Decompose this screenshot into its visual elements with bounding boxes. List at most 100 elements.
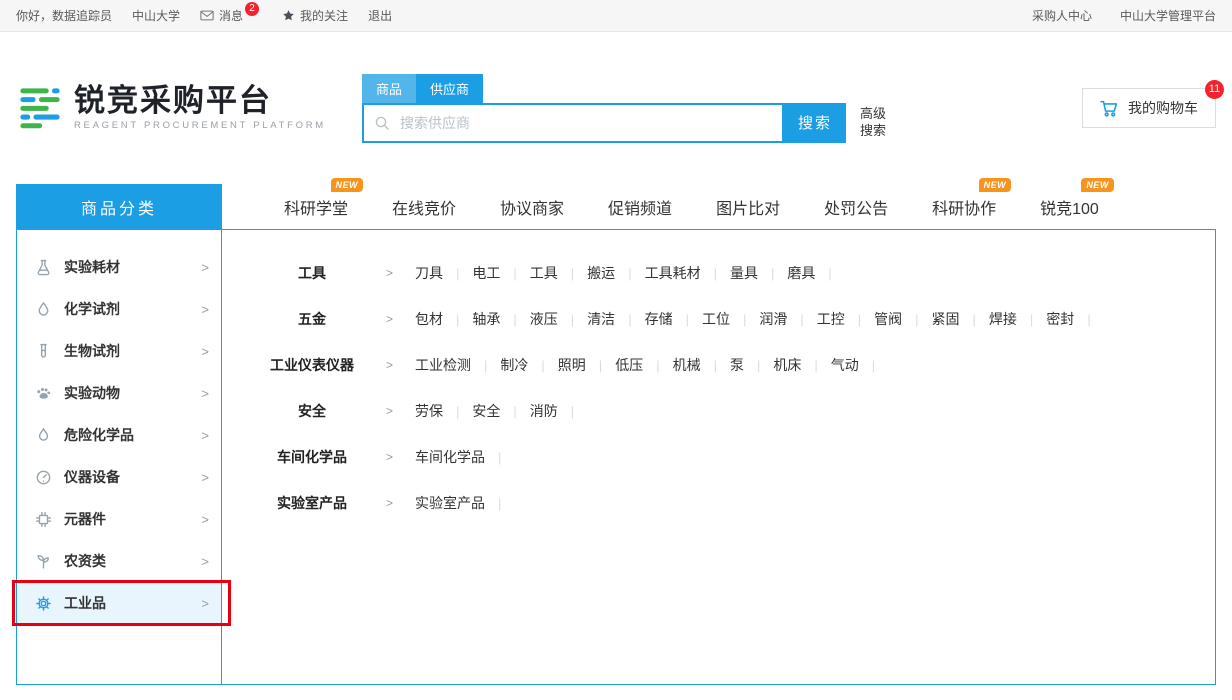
flyout-link[interactable]: 密封 xyxy=(1046,309,1074,329)
separator: | xyxy=(628,266,631,281)
flyout-link[interactable]: 搬运 xyxy=(587,263,615,283)
sidebar-item-8[interactable]: 工业品> xyxy=(17,582,221,624)
search-button[interactable]: 搜索 xyxy=(784,103,846,143)
flyout-category-marker: > xyxy=(386,496,393,510)
flyout-category-marker: > xyxy=(386,312,393,326)
flyout-link[interactable]: 紧固 xyxy=(932,309,960,329)
cart-button[interactable]: 我的购物车 11 xyxy=(1082,88,1216,128)
flyout-category[interactable]: 实验室产品 xyxy=(242,493,382,513)
flyout-link[interactable]: 工位 xyxy=(702,309,730,329)
flyout-link[interactable]: 消防 xyxy=(530,401,558,421)
logo[interactable]: 锐竞采购平台 REAGENT PROCUREMENT PLATFORM xyxy=(16,84,346,132)
flyout-link[interactable]: 工具 xyxy=(530,263,558,283)
flyout-link[interactable]: 照明 xyxy=(558,355,586,375)
flyout-category[interactable]: 车间化学品 xyxy=(242,447,382,467)
separator: | xyxy=(872,358,875,373)
topbar: 你好，数据追踪员 中山大学 消息 2 我的关注 退出 采购人中心 中山大学管理平… xyxy=(0,0,1232,32)
flyout-link[interactable]: 量具 xyxy=(730,263,758,283)
new-badge: NEW xyxy=(1081,178,1114,192)
separator: | xyxy=(757,358,760,373)
flyout-link[interactable]: 刀具 xyxy=(415,263,443,283)
flyout-category[interactable]: 五金 xyxy=(242,309,382,329)
flyout-link[interactable]: 机床 xyxy=(773,355,801,375)
nav-item-7[interactable]: 锐竞100NEW xyxy=(1040,195,1099,219)
flyout-link[interactable]: 轴承 xyxy=(472,309,500,329)
sidebar-item-1[interactable]: 化学试剂> xyxy=(17,288,221,330)
topbar-right: 采购人中心 中山大学管理平台 xyxy=(1032,7,1216,24)
messages-link[interactable]: 消息 2 xyxy=(200,7,262,24)
sidebar-item-label: 仪器设备 xyxy=(64,467,120,487)
favorites-link[interactable]: 我的关注 xyxy=(282,7,348,24)
sidebar-item-4[interactable]: 危险化学品> xyxy=(17,414,221,456)
flyout-link[interactable]: 存储 xyxy=(645,309,673,329)
envelope-icon xyxy=(200,10,214,21)
sidebar-item-3[interactable]: 实验动物> xyxy=(17,372,221,414)
flyout-link[interactable]: 电工 xyxy=(472,263,500,283)
university-link[interactable]: 中山大学 xyxy=(132,7,180,24)
sidebar-item-7[interactable]: 农资类> xyxy=(17,540,221,582)
sidebar-item-label: 生物试剂 xyxy=(64,341,120,361)
nav-item-2[interactable]: 协议商家 xyxy=(500,195,564,219)
flyout-link[interactable]: 制冷 xyxy=(500,355,528,375)
admin-platform-link[interactable]: 中山大学管理平台 xyxy=(1120,7,1216,24)
cart-badge: 11 xyxy=(1205,80,1224,99)
flyout-category[interactable]: 工具 xyxy=(242,263,382,283)
flyout-link[interactable]: 磨具 xyxy=(787,263,815,283)
nav-item-1[interactable]: 在线竞价 xyxy=(392,195,456,219)
advanced-line2: 搜索 xyxy=(860,123,886,140)
advanced-search-link[interactable]: 高级 搜索 xyxy=(860,103,886,143)
sidebar-item-label: 实验动物 xyxy=(64,383,120,403)
flyout-category-marker: > xyxy=(386,450,393,464)
flyout-row: 安全>劳保|安全|消防| xyxy=(242,388,1215,434)
flyout-link[interactable]: 实验室产品 xyxy=(415,493,485,513)
search-input[interactable] xyxy=(398,114,772,132)
flyout-link[interactable]: 安全 xyxy=(472,401,500,421)
search-icon xyxy=(374,115,390,131)
flyout-category[interactable]: 安全 xyxy=(242,401,382,421)
flyout-link[interactable]: 液压 xyxy=(530,309,558,329)
flyout-link[interactable]: 机械 xyxy=(673,355,701,375)
flyout-link[interactable]: 管阀 xyxy=(874,309,902,329)
nav-item-4[interactable]: 图片比对 xyxy=(716,195,780,219)
nav-item-0[interactable]: 科研学堂NEW xyxy=(284,195,348,219)
flyout-link[interactable]: 泵 xyxy=(730,355,744,375)
flyout-row: 工具>刀具|电工|工具|搬运|工具耗材|量具|磨具| xyxy=(242,250,1215,296)
flyout-link[interactable]: 车间化学品 xyxy=(415,447,485,467)
flyout-link[interactable]: 清洁 xyxy=(587,309,615,329)
search-tab-1[interactable]: 供应商 xyxy=(416,74,483,103)
category-header[interactable]: 商品分类 xyxy=(16,184,222,229)
chevron-right-glyph: > xyxy=(201,344,209,359)
separator: | xyxy=(571,266,574,281)
sidebar-item-0[interactable]: 实验耗材> xyxy=(17,246,221,288)
flyout-link[interactable]: 包材 xyxy=(415,309,443,329)
advanced-line1: 高级 xyxy=(860,106,886,123)
logout-link[interactable]: 退出 xyxy=(368,7,392,24)
flyout-link[interactable]: 工控 xyxy=(817,309,845,329)
new-badge: NEW xyxy=(979,178,1012,192)
flyout-category[interactable]: 工业仪表仪器 xyxy=(242,355,382,375)
flyout-link[interactable]: 气动 xyxy=(831,355,859,375)
sidebar-item-6[interactable]: 元器件> xyxy=(17,498,221,540)
sidebar-item-5[interactable]: 仪器设备> xyxy=(17,456,221,498)
nav-item-5[interactable]: 处罚公告 xyxy=(824,195,888,219)
flyout-link[interactable]: 低压 xyxy=(615,355,643,375)
flyout-row: 实验室产品>实验室产品| xyxy=(242,480,1215,526)
cart-wrap: 我的购物车 11 xyxy=(1082,88,1216,128)
flyout-link[interactable]: 工业检测 xyxy=(415,355,471,375)
nav-item-3[interactable]: 促销频道 xyxy=(608,195,672,219)
search-tab-0[interactable]: 商品 xyxy=(362,74,416,103)
nav-item-label: 图片比对 xyxy=(716,201,780,218)
flyout-link[interactable]: 工具耗材 xyxy=(645,263,701,283)
logo-subtitle: REAGENT PROCUREMENT PLATFORM xyxy=(74,120,326,131)
flyout-link[interactable]: 劳保 xyxy=(415,401,443,421)
separator: | xyxy=(456,266,459,281)
flyout-link[interactable]: 润滑 xyxy=(759,309,787,329)
sidebar-item-label: 危险化学品 xyxy=(64,425,134,445)
separator: | xyxy=(714,358,717,373)
flyout-link[interactable]: 焊接 xyxy=(989,309,1017,329)
nav-item-6[interactable]: 科研协作NEW xyxy=(932,195,996,219)
greeting-text: 你好，数据追踪员 xyxy=(16,7,112,24)
purchaser-center-link[interactable]: 采购人中心 xyxy=(1032,7,1092,24)
flyout-category-marker: > xyxy=(386,404,393,418)
sidebar-item-2[interactable]: 生物试剂 > xyxy=(17,330,221,372)
